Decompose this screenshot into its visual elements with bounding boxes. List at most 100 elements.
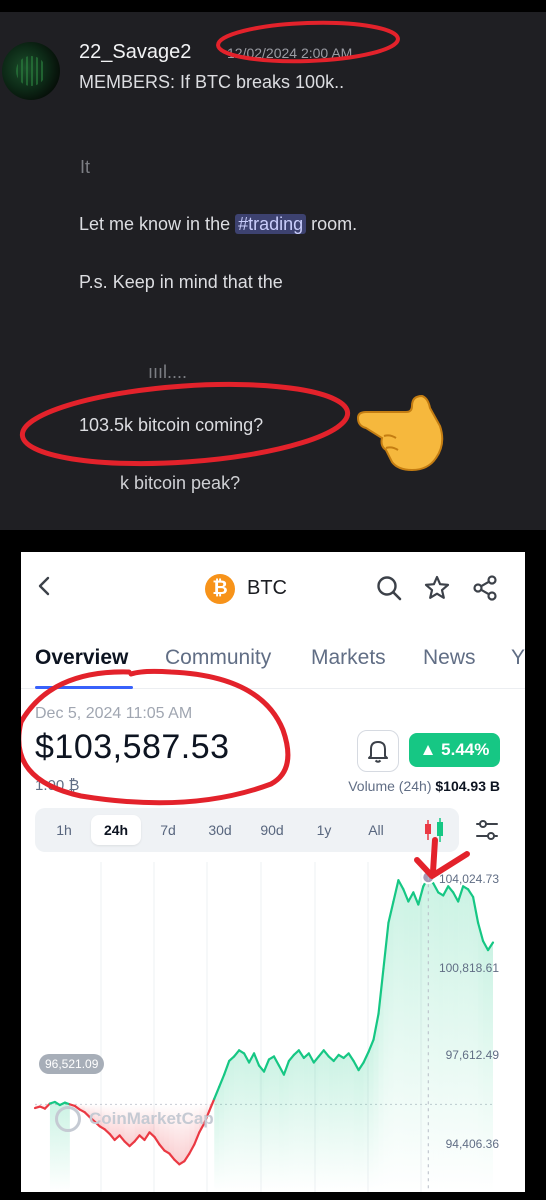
message-text: Let me know in the [79, 214, 236, 234]
tab-markets[interactable]: Markets [311, 646, 386, 670]
section-tabs: Overview Community Markets News Y [21, 640, 525, 689]
range-24h[interactable]: 24h [91, 815, 141, 845]
pointing-hand-icon [356, 394, 444, 472]
channel-mention-trading[interactable]: #trading [235, 214, 307, 234]
range-all[interactable]: All [351, 815, 401, 845]
area-fill-segment [488, 942, 493, 1192]
area-fill-segment [363, 1051, 369, 1192]
candlestick-toggle-icon[interactable] [411, 808, 459, 852]
area-fill-segment [244, 1053, 250, 1192]
area-fill-segment [229, 1056, 235, 1192]
area-fill-segment [433, 883, 439, 1192]
area-fill-segment [438, 892, 444, 1192]
message-line-ps: P.s. Keep in mind that the [79, 272, 283, 292]
area-fill-segment [303, 1053, 309, 1192]
range-1y[interactable]: 1y [299, 815, 349, 845]
volume-24h: Volume (24h) $104.93 B [348, 778, 500, 794]
up-triangle-icon: ▲ [419, 740, 442, 759]
user-avatar[interactable] [2, 42, 60, 100]
area-fill-segment [264, 1059, 269, 1192]
area-fill-segment [308, 1053, 314, 1192]
area-fill-segment [348, 1053, 354, 1192]
area-fill-segment [259, 1065, 264, 1192]
price-date: Dec 5, 2024 11:05 AM [35, 705, 193, 722]
area-fill-segment [388, 901, 394, 1192]
area-fill-segment [403, 889, 409, 1192]
area-fill-segment [283, 1060, 289, 1192]
area-fill-segment [214, 1086, 220, 1192]
area-fill-segment [338, 1054, 344, 1192]
area-fill-segment [219, 1074, 225, 1192]
message-timestamp: 12/02/2024 2:00 AM [227, 45, 353, 61]
tab-community[interactable]: Community [165, 646, 271, 670]
area-fill-segment [428, 877, 434, 1192]
area-fill-segment [343, 1053, 349, 1192]
area-fill-segment [234, 1050, 240, 1192]
share-icon[interactable] [471, 574, 499, 602]
price-change-badge: ▲ 5.44% [409, 733, 500, 767]
area-fill-segment [353, 1060, 359, 1192]
area-fill-segment [358, 1062, 364, 1192]
message-text: room. [306, 214, 358, 234]
discord-message-panel: 22_Savage2 12/02/2024 2:00 AM MEMBERS: I… [0, 12, 546, 530]
current-price-marker [421, 870, 436, 885]
chart-settings-icon[interactable] [473, 816, 501, 844]
area-fill-segment [273, 1056, 279, 1192]
message-fragment: ıııl.... [148, 362, 188, 382]
coinmarketcap-logo-icon [55, 1106, 81, 1132]
tab-overview[interactable]: Overview [35, 646, 128, 670]
area-fill-segment [239, 1050, 245, 1192]
top-bar: ₿ BTC [21, 552, 525, 622]
y-tick-label: 94,406.36 [445, 1137, 499, 1151]
range-30d[interactable]: 30d [195, 815, 245, 845]
area-fill-segment [268, 1056, 274, 1192]
range-90d[interactable]: 90d [247, 815, 297, 845]
area-fill-segment [254, 1053, 260, 1192]
message-line-members: MEMBERS: If BTC breaks 100k.. [79, 72, 345, 92]
bitcoin-logo-icon: ₿ [205, 574, 235, 604]
area-fill-segment [328, 1056, 334, 1192]
btc-amount: 1.00 ₿ [35, 777, 80, 794]
range-1h[interactable]: 1h [39, 815, 89, 845]
price-value: $103,587.53 [35, 728, 230, 766]
area-fill-segment [313, 1056, 319, 1192]
bell-icon [368, 741, 388, 763]
volume-value: $104.93 B [435, 778, 500, 794]
coinmarketcap-screen: ₿ BTC Overview Community Markets News Y … [21, 552, 525, 1192]
area-fill-segment [298, 1050, 304, 1192]
tab-more[interactable]: Y [511, 646, 525, 670]
message-fragment: It [80, 157, 91, 177]
area-fill-segment [368, 1039, 374, 1192]
area-fill-segment [333, 1054, 339, 1192]
range-7d[interactable]: 7d [143, 815, 193, 845]
star-watchlist-icon[interactable] [423, 574, 451, 602]
area-fill-segment [398, 880, 404, 1192]
search-icon[interactable] [375, 574, 403, 602]
area-fill-segment [418, 886, 424, 1192]
area-fill-segment [323, 1050, 329, 1192]
area-fill-segment [413, 892, 419, 1192]
area-fill-segment [483, 940, 489, 1192]
y-tick-label: 97,612.49 [445, 1048, 499, 1062]
tab-news[interactable]: News [423, 646, 476, 670]
area-fill-segment [224, 1060, 230, 1192]
area-fill-segment [49, 1101, 55, 1192]
area-fill-segment [318, 1050, 324, 1192]
y-tick-label: 100,818.61 [438, 961, 499, 975]
message-line-trading: Let me know in the #trading room. [79, 214, 357, 235]
username[interactable]: 22_Savage2 [79, 41, 191, 64]
message-line-question-2: k bitcoin peak? [120, 473, 241, 493]
area-fill-segment [288, 1054, 294, 1192]
price-alert-button[interactable] [357, 730, 399, 772]
message-line-question-1: 103.5k bitcoin coming? [79, 415, 264, 435]
area-fill-segment [393, 880, 399, 1192]
coin-symbol: BTC [247, 577, 287, 599]
area-fill-segment [408, 892, 414, 1192]
chart-area-fill [35, 877, 493, 1192]
back-arrow-icon[interactable] [35, 576, 55, 596]
volume-label: Volume (24h) [348, 778, 432, 794]
watermark-text: CoinMarketCap [89, 1109, 214, 1128]
price-change-value: 5.44% [441, 740, 490, 759]
time-range-selector: 1h 24h 7d 30d 90d 1y All [35, 808, 459, 852]
active-tab-indicator [35, 686, 133, 689]
